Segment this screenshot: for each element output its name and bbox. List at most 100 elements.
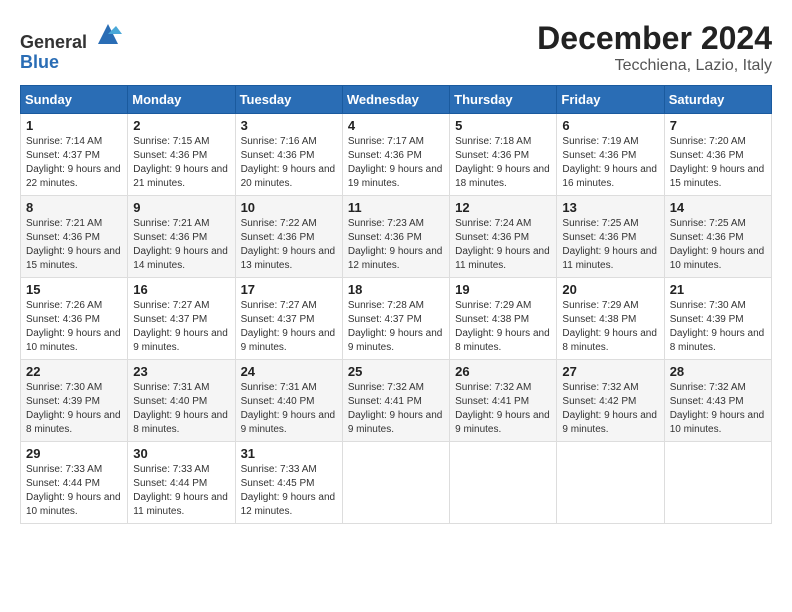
day-number: 23 [133,364,229,379]
day-cell-31: 31 Sunrise: 7:33 AMSunset: 4:45 PMDayligh… [235,442,342,524]
day-number: 13 [562,200,658,215]
calendar-week-row: 29 Sunrise: 7:33 AMSunset: 4:44 PMDayligh… [21,442,772,524]
day-info: Sunrise: 7:16 AMSunset: 4:36 PMDaylight:… [241,135,337,191]
day-header-friday: Friday [557,86,664,114]
day-info: Sunrise: 7:33 AMSunset: 4:44 PMDaylight:… [26,463,122,519]
day-header-saturday: Saturday [664,86,771,114]
day-cell-15: 15 Sunrise: 7:26 AMSunset: 4:36 PMDayligh… [21,278,128,360]
empty-day-cell [664,442,771,524]
page-header: General Blue December 2024 Tecchiena, La… [20,20,772,75]
day-number: 30 [133,446,229,461]
day-cell-2: 2 Sunrise: 7:15 AMSunset: 4:36 PMDaylight… [128,114,235,196]
day-info: Sunrise: 7:24 AMSunset: 4:36 PMDaylight:… [455,217,551,273]
day-info: Sunrise: 7:26 AMSunset: 4:36 PMDaylight:… [26,299,122,355]
day-cell-6: 6Sunrise: 7:19 AMSunset: 4:36 PMDaylight… [557,114,664,196]
day-info: Sunrise: 7:25 AMSunset: 4:36 PMDaylight:… [670,217,766,273]
day-cell-17: 17Sunrise: 7:27 AMSunset: 4:37 PMDayligh… [235,278,342,360]
day-cell-7: 7 Sunrise: 7:20 AMSunset: 4:36 PMDaylight… [664,114,771,196]
logo-icon [94,20,122,48]
calendar-week-row: 8 Sunrise: 7:21 AMSunset: 4:36 PMDaylight… [21,196,772,278]
day-info: Sunrise: 7:27 AMSunset: 4:37 PMDaylight:… [133,299,229,355]
day-info: Sunrise: 7:14 AMSunset: 4:37 PMDaylight:… [26,135,122,191]
day-number: 10 [241,200,337,215]
day-info: Sunrise: 7:32 AMSunset: 4:42 PMDaylight:… [562,381,658,437]
day-cell-4: 4Sunrise: 7:17 AMSunset: 4:36 PMDaylight… [342,114,449,196]
day-info: Sunrise: 7:33 AMSunset: 4:45 PMDaylight:… [241,463,337,519]
day-cell-5: 5 Sunrise: 7:18 AMSunset: 4:36 PMDaylight… [450,114,557,196]
day-number: 31 [241,446,337,461]
day-info: Sunrise: 7:19 AMSunset: 4:36 PMDaylight:… [562,135,658,191]
day-cell-22: 22 Sunrise: 7:30 AMSunset: 4:39 PMDayligh… [21,360,128,442]
day-info: Sunrise: 7:29 AMSunset: 4:38 PMDaylight:… [562,299,658,355]
logo-text: General [20,20,122,53]
day-number: 15 [26,282,122,297]
day-number: 16 [133,282,229,297]
day-cell-10: 10 Sunrise: 7:22 AMSunset: 4:36 PMDayligh… [235,196,342,278]
day-cell-24: 24 Sunrise: 7:31 AMSunset: 4:40 PMDayligh… [235,360,342,442]
day-cell-18: 18Sunrise: 7:28 AMSunset: 4:37 PMDayligh… [342,278,449,360]
title-section: December 2024 Tecchiena, Lazio, Italy [537,20,772,75]
day-number: 24 [241,364,337,379]
day-info: Sunrise: 7:31 AMSunset: 4:40 PMDaylight:… [241,381,337,437]
day-number: 11 [348,200,444,215]
logo-general: General [20,32,87,52]
day-cell-27: 27Sunrise: 7:32 AMSunset: 4:42 PMDayligh… [557,360,664,442]
day-number: 1 [26,118,122,133]
calendar-table: SundayMondayTuesdayWednesdayThursdayFrid… [20,85,772,524]
day-header-sunday: Sunday [21,86,128,114]
day-number: 5 [455,118,551,133]
day-number: 7 [670,118,766,133]
day-info: Sunrise: 7:31 AMSunset: 4:40 PMDaylight:… [133,381,229,437]
day-cell-25: 25 Sunrise: 7:32 AMSunset: 4:41 PMDayligh… [342,360,449,442]
day-header-wednesday: Wednesday [342,86,449,114]
day-cell-9: 9 Sunrise: 7:21 AMSunset: 4:36 PMDaylight… [128,196,235,278]
day-number: 25 [348,364,444,379]
day-cell-26: 26Sunrise: 7:32 AMSunset: 4:41 PMDayligh… [450,360,557,442]
day-info: Sunrise: 7:30 AMSunset: 4:39 PMDaylight:… [670,299,766,355]
day-number: 22 [26,364,122,379]
day-info: Sunrise: 7:21 AMSunset: 4:36 PMDaylight:… [133,217,229,273]
location-subtitle: Tecchiena, Lazio, Italy [537,57,772,75]
day-cell-8: 8 Sunrise: 7:21 AMSunset: 4:36 PMDaylight… [21,196,128,278]
day-cell-14: 14Sunrise: 7:25 AMSunset: 4:36 PMDayligh… [664,196,771,278]
day-info: Sunrise: 7:32 AMSunset: 4:41 PMDaylight:… [348,381,444,437]
day-info: Sunrise: 7:32 AMSunset: 4:41 PMDaylight:… [455,381,551,437]
day-info: Sunrise: 7:15 AMSunset: 4:36 PMDaylight:… [133,135,229,191]
day-info: Sunrise: 7:30 AMSunset: 4:39 PMDaylight:… [26,381,122,437]
day-number: 2 [133,118,229,133]
day-info: Sunrise: 7:32 AMSunset: 4:43 PMDaylight:… [670,381,766,437]
day-number: 8 [26,200,122,215]
month-year-title: December 2024 [537,20,772,57]
day-number: 29 [26,446,122,461]
day-cell-11: 11 Sunrise: 7:23 AMSunset: 4:36 PMDayligh… [342,196,449,278]
day-cell-3: 3 Sunrise: 7:16 AMSunset: 4:36 PMDaylight… [235,114,342,196]
day-cell-1: 1 Sunrise: 7:14 AMSunset: 4:37 PMDaylight… [21,114,128,196]
empty-day-cell [342,442,449,524]
day-info: Sunrise: 7:17 AMSunset: 4:36 PMDaylight:… [348,135,444,191]
day-cell-13: 13Sunrise: 7:25 AMSunset: 4:36 PMDayligh… [557,196,664,278]
calendar-week-row: 15 Sunrise: 7:26 AMSunset: 4:36 PMDayligh… [21,278,772,360]
day-header-tuesday: Tuesday [235,86,342,114]
day-cell-29: 29 Sunrise: 7:33 AMSunset: 4:44 PMDayligh… [21,442,128,524]
day-info: Sunrise: 7:23 AMSunset: 4:36 PMDaylight:… [348,217,444,273]
day-info: Sunrise: 7:18 AMSunset: 4:36 PMDaylight:… [455,135,551,191]
day-header-monday: Monday [128,86,235,114]
empty-day-cell [450,442,557,524]
day-info: Sunrise: 7:20 AMSunset: 4:36 PMDaylight:… [670,135,766,191]
calendar-week-row: 1 Sunrise: 7:14 AMSunset: 4:37 PMDaylight… [21,114,772,196]
day-info: Sunrise: 7:21 AMSunset: 4:36 PMDaylight:… [26,217,122,273]
day-number: 18 [348,282,444,297]
day-number: 19 [455,282,551,297]
day-number: 9 [133,200,229,215]
day-number: 3 [241,118,337,133]
logo: General Blue [20,20,122,73]
day-number: 20 [562,282,658,297]
logo-blue: Blue [20,52,59,72]
day-cell-12: 12Sunrise: 7:24 AMSunset: 4:36 PMDayligh… [450,196,557,278]
day-info: Sunrise: 7:29 AMSunset: 4:38 PMDaylight:… [455,299,551,355]
day-number: 17 [241,282,337,297]
day-cell-23: 23 Sunrise: 7:31 AMSunset: 4:40 PMDayligh… [128,360,235,442]
day-header-thursday: Thursday [450,86,557,114]
day-info: Sunrise: 7:22 AMSunset: 4:36 PMDaylight:… [241,217,337,273]
day-cell-21: 21Sunrise: 7:30 AMSunset: 4:39 PMDayligh… [664,278,771,360]
